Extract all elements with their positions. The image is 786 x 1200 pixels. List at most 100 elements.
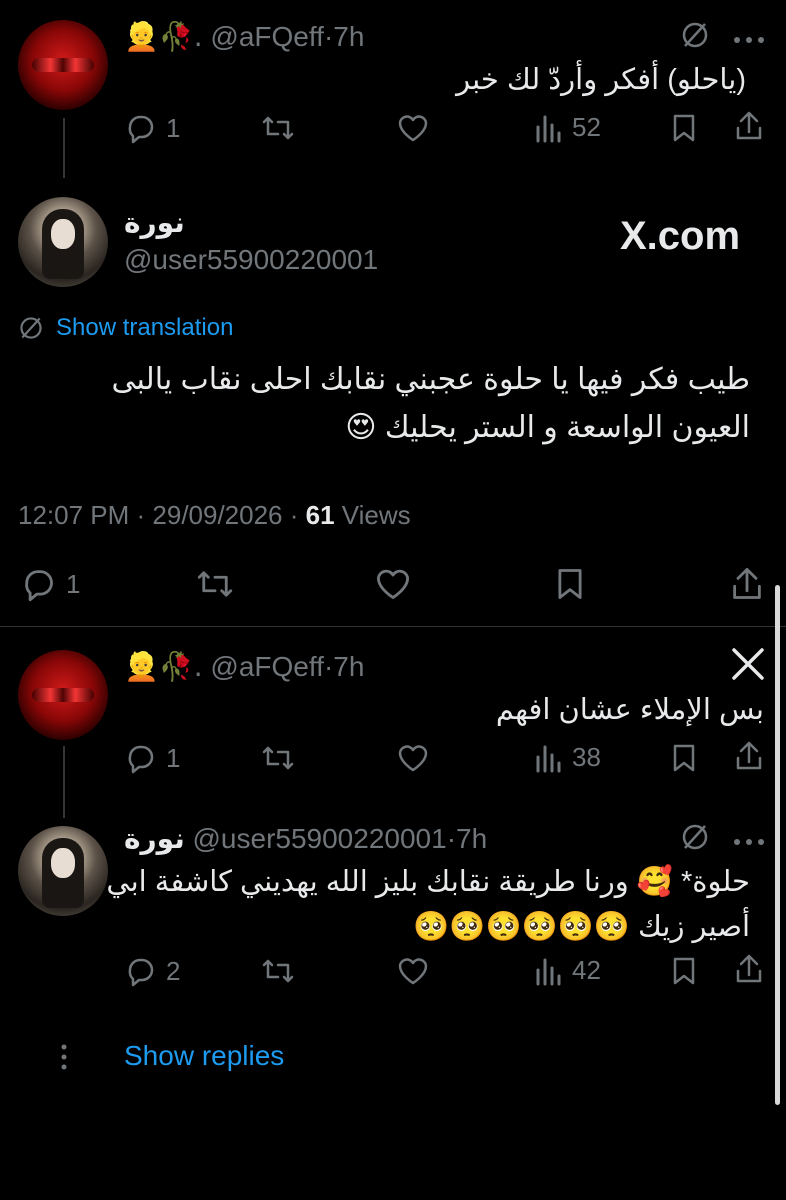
reply-count: 1 [66,568,81,599]
tweet-text: حلوة* 🥰 ورنا طريقة نقابك بليز الله يهدين… [106,860,750,950]
reply-button[interactable]: 1 [20,566,80,602]
handle[interactable]: @aFQeff [210,21,324,52]
views-button[interactable]: 42 [534,955,601,986]
bookmark-button[interactable] [554,566,586,607]
more-icon[interactable] [733,833,765,851]
separator: · [323,651,334,682]
share-button[interactable] [734,740,764,777]
reply-button[interactable]: 2 [124,955,180,987]
x-watermark: X.com [620,214,741,258]
reply-button[interactable]: 1 [124,742,180,774]
show-translation-link[interactable]: Show translation [18,314,233,342]
reply-count: 1 [166,112,181,143]
share-button[interactable] [730,566,764,607]
tweet-text-line: العيون الواسعة و الستر يحليك 😍 [345,411,750,444]
reply-icon [25,570,53,602]
tweet-header: 👱🥀. @aFQeff·7h [124,650,364,683]
tweet-header: نورة @user55900220001·7h [124,822,487,855]
like-button[interactable] [396,112,430,144]
tweet-text-line: أصير زيك 🥺🥺🥺🥺🥺🥺 [413,910,750,943]
tweet-header: 👱🥀. @aFQeff·7h [124,20,364,53]
display-name-emoji[interactable]: 👱🥀. [124,20,203,53]
avatar[interactable] [18,197,108,287]
views-button[interactable]: 38 [534,742,601,773]
retweet-button[interactable] [260,112,296,144]
views-icon [536,745,561,772]
tweet-timestamp[interactable]: 12:07 PM · 29/09/2026 · [18,500,306,530]
views-icon [536,958,561,985]
close-icon[interactable] [730,646,766,687]
vertical-dots-icon [60,1043,68,1076]
retweet-button[interactable] [194,566,236,607]
separator: · [323,21,334,52]
display-name[interactable]: نورة [124,206,185,239]
retweet-button[interactable] [260,742,296,779]
reply-icon [128,115,154,144]
reply-icon [128,745,154,774]
divider [0,626,786,627]
views-count: 61 [305,500,335,530]
retweet-icon [262,746,294,770]
display-name[interactable]: نورة [124,823,185,854]
share-icon [736,741,762,770]
share-icon [736,111,762,140]
tweet-text-line: طيب فكر فيها يا حلوة عجبني نقابك احلى نق… [111,363,751,396]
heart-icon [376,569,410,599]
timestamp[interactable]: 7h [333,21,364,52]
bookmark-button[interactable] [670,742,698,779]
retweet-icon [262,116,294,140]
thread-line [63,118,65,178]
view-count: 52 [572,112,601,142]
reply-count: 2 [166,955,181,986]
bookmark-icon [673,957,695,985]
handle[interactable]: @user55900220001 [124,244,378,276]
more-icon[interactable] [733,31,765,49]
handle[interactable]: @aFQeff [210,651,324,682]
show-translation-label: Show translation [56,314,234,341]
bookmark-icon [673,744,695,772]
share-icon [733,567,761,599]
grok-icon[interactable] [680,822,710,857]
views-label: Views [334,500,411,530]
retweet-icon [262,959,294,983]
tweet-text: بس الإملاء عشان افهم [495,694,764,726]
avatar[interactable] [18,20,108,110]
separator: · [446,823,457,854]
tweet-text: (ياحلو) أفكر وأردّ لك خبر [456,64,746,96]
avatar[interactable] [18,826,108,916]
avatar[interactable] [18,650,108,740]
bookmark-icon [558,569,582,599]
retweet-icon [197,571,233,597]
reply-button[interactable]: 1 [124,112,180,144]
heart-icon [398,115,428,142]
share-button[interactable] [734,953,764,990]
bookmark-button[interactable] [670,112,698,149]
bookmark-button[interactable] [670,955,698,992]
like-button[interactable] [396,955,430,992]
views-icon [536,115,561,142]
reply-icon [128,958,154,987]
heart-icon [398,745,428,772]
grok-icon [20,317,42,339]
timestamp[interactable]: 7h [456,823,487,854]
bookmark-icon [673,114,695,142]
views-button[interactable]: 52 [534,112,601,143]
heart-icon [398,958,428,985]
tweet-text: طيب فكر فيها يا حلوة عجبني نقابك احلى نق… [112,356,751,452]
scrollbar[interactable] [775,585,780,1105]
share-button[interactable] [734,110,764,147]
like-button[interactable] [373,566,413,607]
timestamp[interactable]: 7h [333,651,364,682]
show-replies-link[interactable]: Show replies [124,1040,284,1072]
share-icon [736,954,762,983]
grok-icon[interactable] [680,20,710,55]
view-count: 38 [572,742,601,772]
display-name-emoji[interactable]: 👱🥀. [124,650,203,683]
like-button[interactable] [396,742,430,779]
retweet-button[interactable] [260,955,296,992]
view-count: 42 [572,955,601,985]
thread-line [63,746,65,818]
handle[interactable]: @user55900220001 [193,823,447,854]
tweet-meta: 12:07 PM · 29/09/2026 · 61 Views [18,500,411,531]
reply-count: 1 [166,742,181,773]
